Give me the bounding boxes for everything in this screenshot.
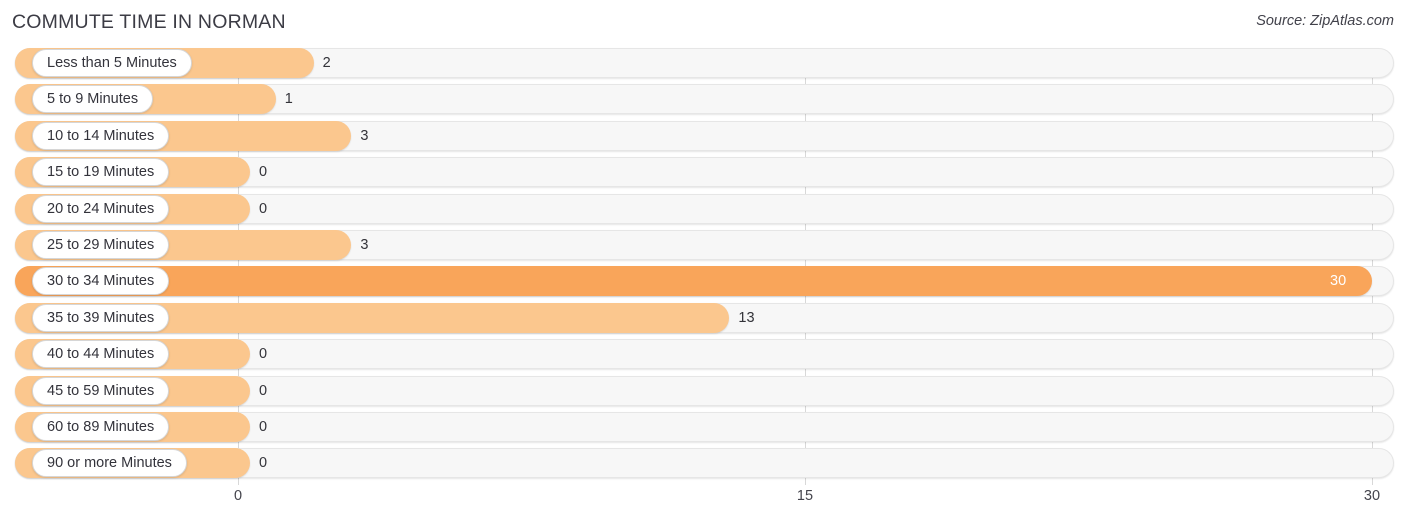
bar-value-label: 1 — [284, 91, 293, 108]
category-label-pill: Less than 5 Minutes — [32, 49, 192, 77]
x-tick-label: 15 — [796, 488, 814, 504]
category-label-pill: 60 to 89 Minutes — [32, 412, 170, 441]
category-label: 15 to 19 Minutes — [47, 164, 155, 181]
table-row[interactable]: 20 to 24 Minutes 0 — [0, 193, 1406, 224]
x-tick-label: 30 — [1363, 488, 1381, 504]
table-row[interactable]: 10 to 14 Minutes 3 — [0, 120, 1406, 151]
category-label: 40 to 44 Minutes — [47, 346, 155, 363]
x-tick-label: 0 — [233, 488, 243, 504]
bar-value-label: 0 — [259, 200, 268, 217]
category-label-pill: 30 to 34 Minutes — [32, 267, 170, 296]
category-label: 30 to 34 Minutes — [47, 273, 155, 290]
category-label-pill: 25 to 29 Minutes — [32, 230, 170, 259]
category-label: 5 to 9 Minutes — [47, 91, 139, 108]
table-row[interactable]: 15 to 19 Minutes 0 — [0, 157, 1406, 188]
table-row[interactable]: Less than 5 Minutes 2 — [0, 48, 1406, 78]
category-label-pill: 20 to 24 Minutes — [32, 194, 170, 223]
bar-value-label: 0 — [259, 418, 268, 435]
category-label: 90 or more Minutes — [47, 455, 172, 472]
category-label-pill: 40 to 44 Minutes — [32, 340, 170, 369]
category-label: 60 to 89 Minutes — [47, 418, 155, 435]
chart-container: COMMUTE TIME IN NORMAN Source: ZipAtlas.… — [0, 0, 1406, 523]
category-label-pill: 15 to 19 Minutes — [32, 158, 170, 187]
page-title: COMMUTE TIME IN NORMAN — [12, 11, 286, 33]
category-label: 10 to 14 Minutes — [47, 127, 155, 144]
category-label-pill: 90 or more Minutes — [32, 449, 187, 478]
table-row[interactable]: 90 or more Minutes 0 — [0, 448, 1406, 479]
category-label: Less than 5 Minutes — [47, 55, 177, 71]
table-row[interactable]: 5 to 9 Minutes 1 — [0, 84, 1406, 115]
bar-value-label: 0 — [259, 164, 268, 181]
bar-value-label: 3 — [360, 127, 369, 144]
category-label-pill: 5 to 9 Minutes — [32, 85, 154, 114]
category-label-pill: 35 to 39 Minutes — [32, 303, 170, 332]
category-label: 35 to 39 Minutes — [47, 309, 155, 326]
source-attribution: Source: ZipAtlas.com — [1256, 13, 1394, 29]
category-label-pill: 45 to 59 Minutes — [32, 376, 170, 405]
category-label: 45 to 59 Minutes — [47, 382, 155, 399]
bar-rows: Less than 5 Minutes 2 5 to 9 Minutes 1 10 to… — [0, 48, 1406, 485]
chart-header: COMMUTE TIME IN NORMAN Source: ZipAtlas.… — [0, 0, 1406, 46]
category-label-pill: 10 to 14 Minutes — [32, 121, 170, 150]
table-row[interactable]: 35 to 39 Minutes 13 — [0, 302, 1406, 333]
bar-value-label: 30 — [1330, 273, 1347, 290]
table-row[interactable]: 45 to 59 Minutes 0 — [0, 375, 1406, 406]
plot-area: Less than 5 Minutes 2 5 to 9 Minutes 1 10 to… — [0, 48, 1406, 485]
category-label: 25 to 29 Minutes — [47, 236, 155, 253]
category-label: 20 to 24 Minutes — [47, 200, 155, 217]
bar-value-label: 0 — [259, 455, 268, 472]
bar — [15, 266, 1372, 297]
table-row[interactable]: 40 to 44 Minutes 0 — [0, 339, 1406, 370]
table-row[interactable]: 25 to 29 Minutes 3 — [0, 229, 1406, 260]
bar-value-label: 3 — [360, 236, 369, 253]
table-row[interactable]: 60 to 89 Minutes 0 — [0, 411, 1406, 442]
table-row[interactable]: 30 to 34 Minutes 30 — [0, 266, 1406, 297]
bar-value-label: 2 — [322, 55, 331, 71]
x-axis: 0 15 30 — [0, 485, 1406, 523]
bar-value-label: 13 — [738, 309, 755, 326]
bar-value-label: 0 — [259, 346, 268, 363]
bar-value-label: 0 — [259, 382, 268, 399]
